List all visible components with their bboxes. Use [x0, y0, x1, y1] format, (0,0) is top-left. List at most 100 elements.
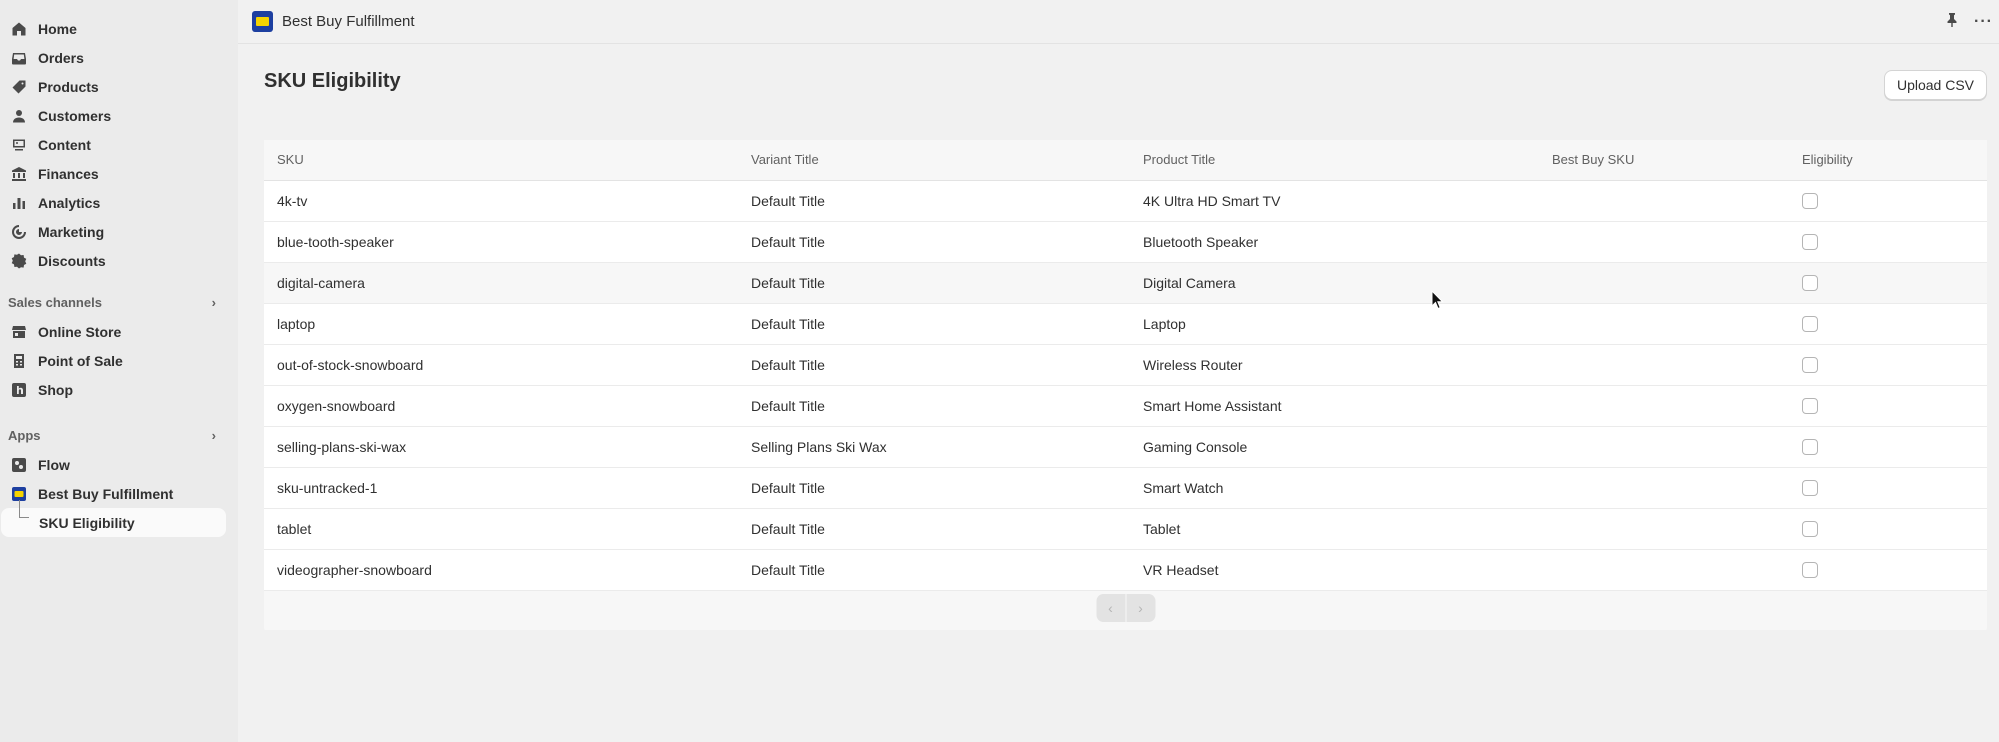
eligibility-checkbox[interactable] [1802, 316, 1818, 333]
table-row[interactable]: sku-untracked-1 Default Title Smart Watch [264, 467, 1987, 509]
apps-label: Apps [8, 427, 41, 443]
cell-variant-title: Default Title [738, 180, 1130, 222]
cell-sku: tablet [264, 508, 738, 550]
app-topbar: Best Buy Fulfillment ··· [238, 0, 1999, 44]
cell-eligibility [1789, 426, 1987, 468]
next-page-button[interactable]: › [1126, 594, 1155, 622]
cell-sku: 4k-tv [264, 180, 738, 222]
upload-csv-button[interactable]: Upload CSV [1883, 70, 1987, 100]
cell-best-buy-sku [1539, 262, 1789, 304]
sidebar-item-label: Point of Sale [38, 352, 123, 369]
store-icon [11, 324, 27, 340]
table-row[interactable]: blue-tooth-speaker Default Title Bluetooth… [264, 221, 1987, 263]
content-icon [11, 137, 27, 153]
pin-icon[interactable] [1944, 12, 1960, 31]
tree-connector [19, 500, 29, 518]
sidebar-item-content[interactable]: Content [1, 130, 226, 159]
sidebar-item-label: Online Store [38, 323, 122, 340]
table-row[interactable]: videographer-snowboard Default Title VR He… [264, 549, 1987, 591]
cell-eligibility [1789, 549, 1987, 591]
cell-eligibility [1789, 303, 1987, 345]
bar-chart-icon [11, 195, 27, 211]
home-icon [11, 21, 27, 37]
sidebar-item-label: Content [38, 136, 91, 153]
cell-eligibility [1789, 262, 1987, 304]
sidebar-item-flow[interactable]: Flow [1, 450, 226, 479]
sidebar-item-customers[interactable]: Customers [1, 101, 226, 130]
sku-table: SKU Variant Title Product Title Best Buy… [264, 140, 1987, 591]
table-row[interactable]: laptop Default Title Laptop [264, 303, 1987, 345]
bestbuy-logo-icon [252, 11, 273, 32]
eligibility-checkbox[interactable] [1802, 398, 1818, 415]
app-title: Best Buy Fulfillment [282, 13, 415, 30]
cell-sku: sku-untracked-1 [264, 467, 738, 509]
cell-product-title: 4K Ultra HD Smart TV [1130, 180, 1539, 222]
cell-variant-title: Default Title [738, 508, 1130, 550]
sidebar-item-point-of-sale[interactable]: Point of Sale [1, 346, 226, 375]
col-header-eligibility[interactable]: Eligibility [1789, 140, 1987, 181]
sidebar-item-marketing[interactable]: Marketing [1, 217, 226, 246]
col-header-variant-title[interactable]: Variant Title [738, 140, 1130, 181]
mouse-cursor-icon [1431, 290, 1444, 310]
eligibility-checkbox[interactable] [1802, 521, 1818, 538]
eligibility-checkbox[interactable] [1802, 357, 1818, 374]
table-row[interactable]: digital-camera Default Title Digital Camer… [264, 262, 1987, 304]
cell-sku: selling-plans-ski-wax [264, 426, 738, 468]
sidebar: Home Orders Products Customers Content Financ… [0, 0, 238, 742]
sidebar-item-label: Analytics [38, 194, 101, 211]
sidebar-item-orders[interactable]: Orders [1, 43, 226, 72]
sidebar-item-home[interactable]: Home [1, 14, 226, 43]
sales-channels-header[interactable]: Sales channels › [0, 287, 238, 317]
flow-icon [11, 457, 27, 473]
table-row[interactable]: selling-plans-ski-wax Selling Plans Ski W… [264, 426, 1987, 468]
sales-channels-label: Sales channels [8, 294, 102, 310]
cell-eligibility [1789, 180, 1987, 222]
cell-product-title: Bluetooth Speaker [1130, 221, 1539, 263]
bank-icon [11, 166, 27, 182]
col-header-product-title[interactable]: Product Title [1130, 140, 1539, 181]
sidebar-item-online-store[interactable]: Online Store [1, 317, 226, 346]
sidebar-item-products[interactable]: Products [1, 72, 226, 101]
prev-page-button[interactable]: ‹ [1096, 594, 1125, 622]
shop-icon [11, 382, 27, 398]
sales-channels-nav: Online Store Point of Sale Shop [0, 317, 238, 404]
eligibility-checkbox[interactable] [1802, 193, 1818, 210]
cell-best-buy-sku [1539, 549, 1789, 591]
sidebar-item-label: Orders [38, 49, 84, 66]
col-header-sku[interactable]: SKU [264, 140, 738, 181]
apps-header[interactable]: Apps › [0, 420, 238, 450]
page-title: SKU Eligibility [264, 70, 401, 92]
sidebar-item-shop[interactable]: Shop [1, 375, 226, 404]
cell-best-buy-sku [1539, 221, 1789, 263]
sidebar-item-finances[interactable]: Finances [1, 159, 226, 188]
more-actions-icon[interactable]: ··· [1974, 13, 1993, 31]
sidebar-item-label: Discounts [38, 252, 106, 269]
cell-product-title: Laptop [1130, 303, 1539, 345]
cell-eligibility [1789, 508, 1987, 550]
eligibility-checkbox[interactable] [1802, 480, 1818, 497]
chevron-left-icon: ‹ [1108, 600, 1113, 616]
eligibility-checkbox[interactable] [1802, 234, 1818, 251]
table-row[interactable]: tablet Default Title Tablet [264, 508, 1987, 550]
table-row[interactable]: 4k-tv Default Title 4K Ultra HD Smart TV [264, 180, 1987, 222]
sidebar-item-label: Products [38, 78, 99, 95]
col-header-best-buy-sku[interactable]: Best Buy SKU [1539, 140, 1789, 181]
eligibility-checkbox[interactable] [1802, 439, 1818, 456]
sidebar-item-label: Marketing [38, 223, 105, 240]
cell-sku: videographer-snowboard [264, 549, 738, 591]
sidebar-item-best-buy-fulfillment[interactable]: Best Buy Fulfillment [1, 479, 226, 508]
cell-product-title: Digital Camera [1130, 262, 1539, 304]
sidebar-item-sku-eligibility[interactable]: SKU Eligibility [1, 500, 226, 537]
table-row[interactable]: oxygen-snowboard Default Title Smart Home … [264, 385, 1987, 427]
cell-variant-title: Default Title [738, 303, 1130, 345]
sidebar-item-discounts[interactable]: Discounts [1, 246, 226, 275]
cell-best-buy-sku [1539, 385, 1789, 427]
sidebar-item-label: Finances [38, 165, 99, 182]
cell-best-buy-sku [1539, 426, 1789, 468]
sidebar-item-label: Home [38, 20, 77, 37]
eligibility-checkbox[interactable] [1802, 562, 1818, 579]
eligibility-checkbox[interactable] [1802, 275, 1818, 292]
sidebar-item-analytics[interactable]: Analytics [1, 188, 226, 217]
table-row[interactable]: out-of-stock-snowboard Default Title Wirel… [264, 344, 1987, 386]
cell-product-title: Smart Home Assistant [1130, 385, 1539, 427]
